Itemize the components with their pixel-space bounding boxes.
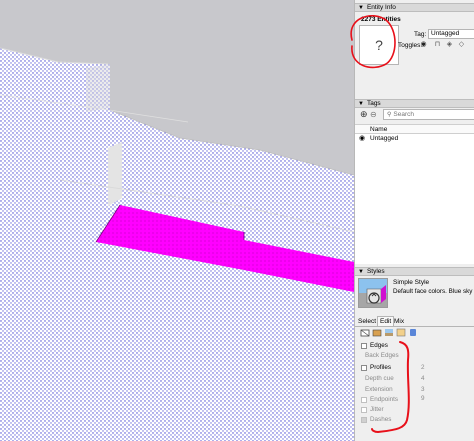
- default-tray: ▼ Entity Info 2273 Entities ? Tag: Untag…: [354, 0, 474, 441]
- background-settings-icon[interactable]: [384, 328, 394, 337]
- face-settings-icon[interactable]: [372, 328, 382, 337]
- option-depth-cue[interactable]: Depth cue: [365, 375, 394, 382]
- eye-icon[interactable]: ◉: [359, 134, 365, 144]
- style-description: Default face colors. Blue sky and gray g…: [393, 288, 474, 295]
- edges-checkbox[interactable]: [361, 342, 367, 349]
- depth-cue-value[interactable]: 4: [421, 375, 425, 382]
- tags-title: Tags: [366, 100, 381, 107]
- style-name: Simple Style: [393, 279, 430, 286]
- entity-info-header[interactable]: ▼ Entity Info: [355, 3, 474, 12]
- extension-value[interactable]: 3: [421, 386, 425, 393]
- modeling-viewport[interactable]: [0, 0, 354, 441]
- entity-thumbnail: ?: [359, 25, 399, 65]
- styles-title: Styles: [366, 268, 385, 275]
- modeling-settings-icon[interactable]: [408, 328, 418, 337]
- endpoints-value[interactable]: 9: [421, 395, 425, 402]
- edge-settings-icon[interactable]: [360, 328, 370, 337]
- collapse-triangle-icon[interactable]: ▼: [358, 5, 364, 11]
- option-profiles[interactable]: Profiles: [361, 364, 391, 371]
- model-canvas[interactable]: [0, 0, 354, 441]
- tag-search-input[interactable]: [393, 110, 474, 119]
- option-extension[interactable]: Extension: [365, 386, 393, 393]
- profiles-value[interactable]: 2: [421, 364, 425, 371]
- receive-shadow-icon[interactable]: ◇: [457, 40, 466, 49]
- option-edges[interactable]: Edges: [361, 342, 388, 349]
- entity-count: 2273 Entities: [361, 16, 401, 23]
- block-shadow-face: [108, 142, 122, 206]
- search-icon: ⚲: [387, 112, 392, 118]
- profiles-label: Profiles: [370, 364, 391, 371]
- eye-icon[interactable]: ◉: [419, 40, 428, 49]
- depth-cue-label: Depth cue: [365, 375, 394, 382]
- cast-shadow-icon[interactable]: ◈: [445, 40, 454, 49]
- tag-row[interactable]: ◉ Untagged: [355, 134, 474, 144]
- lock-icon[interactable]: ⊓: [433, 40, 442, 49]
- add-tag-icon[interactable]: ⊕: [360, 110, 369, 119]
- style-preview-icon: [359, 279, 387, 307]
- tab-mix[interactable]: Mix: [394, 318, 404, 325]
- tab-divider: [355, 326, 474, 327]
- tab-select[interactable]: Select: [358, 318, 376, 325]
- entity-info-title: Entity Info: [366, 4, 396, 11]
- tags-column-header: Name: [355, 124, 474, 134]
- tag-search-box[interactable]: ⚲: [383, 109, 474, 120]
- styles-header[interactable]: ▼ Styles: [355, 267, 474, 276]
- block-side-face: [86, 64, 110, 112]
- collapse-triangle-icon[interactable]: ▼: [358, 269, 364, 275]
- endpoints-label: Endpoints: [370, 396, 399, 403]
- tag-name: Untagged: [370, 135, 399, 142]
- name-column-label[interactable]: Name: [370, 126, 387, 133]
- extension-label: Extension: [365, 386, 393, 393]
- option-back-edges[interactable]: Back Edges: [365, 352, 399, 359]
- collapse-triangle-icon[interactable]: ▼: [358, 101, 364, 107]
- option-dashes[interactable]: Dashes: [361, 416, 391, 423]
- jitter-checkbox[interactable]: [361, 406, 367, 413]
- tag-dropdown[interactable]: Untagged: [428, 29, 474, 39]
- tags-header[interactable]: ▼ Tags: [355, 99, 474, 108]
- option-jitter[interactable]: Jitter: [361, 406, 384, 413]
- profiles-checkbox[interactable]: [361, 364, 367, 371]
- endpoints-checkbox[interactable]: [361, 396, 367, 403]
- dashes-checkbox[interactable]: [361, 416, 367, 423]
- edges-label: Edges: [370, 342, 388, 349]
- tags-list-empty-area: [355, 144, 474, 264]
- style-thumbnail[interactable]: [358, 278, 388, 308]
- tag-label: Tag:: [414, 31, 427, 38]
- delete-tag-icon[interactable]: ⊖: [370, 110, 379, 119]
- back-edges-label: Back Edges: [365, 352, 399, 359]
- option-endpoints[interactable]: Endpoints: [361, 396, 398, 403]
- dashes-label: Dashes: [370, 416, 392, 423]
- question-mark-icon: ?: [375, 37, 383, 53]
- jitter-label: Jitter: [370, 406, 384, 413]
- watermark-settings-icon[interactable]: [396, 328, 406, 337]
